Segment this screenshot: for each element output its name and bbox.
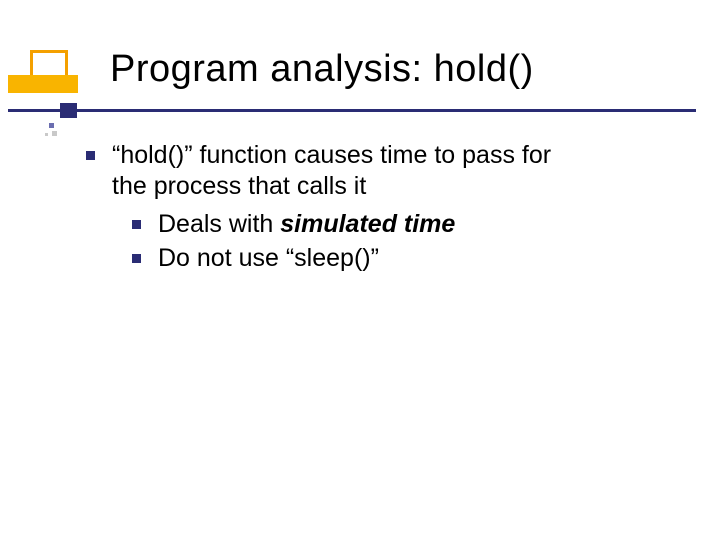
bullet-level1: “hold()” function causes time to pass fo…: [70, 140, 660, 203]
bullet-text-emphasis: simulated time: [280, 210, 455, 238]
decor-title-rule-cap: [60, 103, 77, 118]
bullet-level2: Do not use “sleep()”: [116, 243, 660, 274]
bullet-square-icon: [86, 151, 95, 160]
bullet-text: Do not use “sleep()”: [158, 244, 379, 272]
slide-body: “hold()” function causes time to pass fo…: [70, 140, 660, 274]
bullet-level2: Deals with simulated time: [116, 209, 660, 240]
bullet-text: “hold()” function causes time to pass fo…: [112, 141, 551, 169]
bullet-text: the process that calls it: [112, 172, 366, 200]
decor-title-rule: [8, 109, 696, 112]
bullet-square-icon: [132, 254, 141, 263]
slide: Program analysis: hold() “hold()” functi…: [0, 0, 720, 540]
decor-dot: [49, 123, 54, 128]
decor-dot: [45, 133, 48, 136]
bullet-square-icon: [132, 220, 141, 229]
decor-orange-solid: [8, 75, 78, 93]
decor-dot: [52, 131, 57, 136]
bullet-text: Deals with: [158, 210, 280, 238]
slide-title: Program analysis: hold(): [110, 48, 534, 91]
